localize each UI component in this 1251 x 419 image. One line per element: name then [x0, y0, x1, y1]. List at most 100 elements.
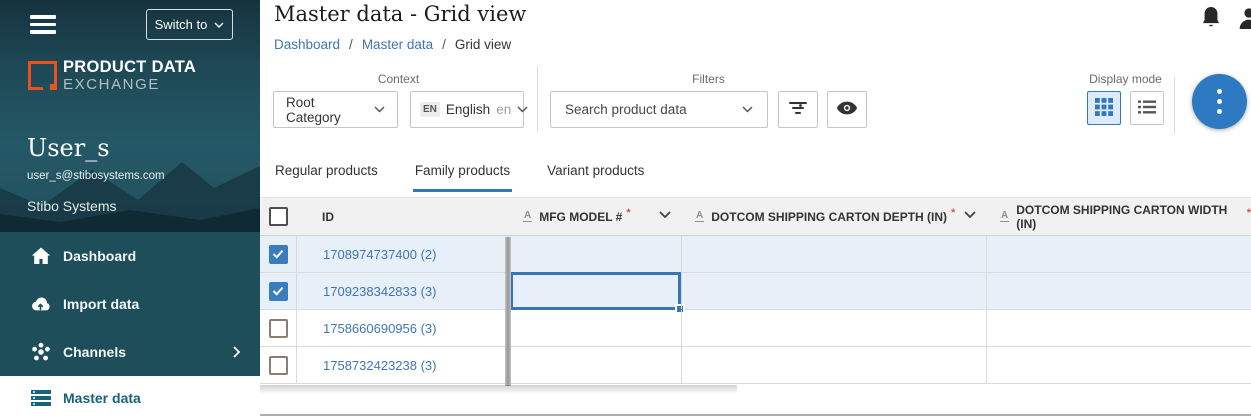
- context-language-dropdown[interactable]: EN English en: [410, 91, 524, 128]
- text-attribute-icon: A: [1000, 211, 1009, 222]
- grid-cell[interactable]: [681, 310, 986, 346]
- logo-line2: EXCHANGE: [63, 76, 160, 93]
- bell-icon: [1200, 18, 1222, 33]
- sidebar-item-label: Import data: [63, 296, 139, 312]
- toolbar-divider: [537, 66, 538, 132]
- breadcrumb-separator: /: [349, 37, 353, 52]
- select-all-checkbox[interactable]: [269, 207, 288, 226]
- breadcrumb-dashboard[interactable]: Dashboard: [274, 37, 340, 52]
- column-header-carton-depth[interactable]: A DOTCOM SHIPPING CARTON DEPTH (IN) *: [681, 198, 986, 235]
- context-category-value: Root Category: [286, 95, 368, 125]
- home-icon: [30, 246, 51, 267]
- app-window: Switch to PRODUCT DATA EXCHANGE User_s u…: [0, 0, 1251, 419]
- grid-cell[interactable]: [681, 347, 986, 383]
- main-content: Master data - Grid view Dashboard / Mast…: [260, 0, 1251, 419]
- switch-to-label: Switch to: [155, 17, 208, 32]
- sidebar-item-channels[interactable]: Channels: [0, 328, 260, 376]
- text-attribute-icon: A: [523, 211, 532, 222]
- channels-icon: [30, 342, 51, 363]
- switch-to-button[interactable]: Switch to: [146, 9, 233, 40]
- grid-cell[interactable]: [681, 273, 986, 309]
- grid-cell[interactable]: [986, 273, 1251, 309]
- notifications-button[interactable]: [1200, 6, 1222, 33]
- display-mode-list-button[interactable]: [1130, 91, 1164, 125]
- required-asterisk: *: [1247, 207, 1251, 219]
- grid-cell[interactable]: [986, 310, 1251, 346]
- filters-group-label: Filters: [550, 72, 867, 86]
- horizontal-scrollbar[interactable]: [260, 414, 1251, 417]
- display-mode-group-label: Display mode: [1087, 72, 1164, 86]
- tab-variant-products[interactable]: Variant products: [545, 152, 646, 192]
- row-id-link[interactable]: 1758732423238 (3): [323, 358, 437, 373]
- logo-dot-icon: [50, 84, 56, 90]
- cell-selection-outline: [510, 272, 681, 310]
- select-all-cell: [260, 198, 296, 235]
- table-header-row: ID A MFG MODEL # * A DOTCOM SHIPPING CAR…: [260, 197, 1251, 236]
- list-icon: [30, 387, 51, 408]
- sidebar-item-import-data[interactable]: Import data: [0, 280, 260, 328]
- breadcrumb-separator: /: [442, 37, 446, 52]
- tab-family-products[interactable]: Family products: [413, 152, 512, 192]
- table-row: 1708974737400 (2): [260, 236, 1251, 273]
- user-account-button[interactable]: [1238, 7, 1251, 32]
- chevron-down-icon: [517, 106, 528, 113]
- frozen-column-scrollbar[interactable]: [505, 237, 511, 386]
- grid-cell[interactable]: [681, 236, 986, 272]
- breadcrumb-current: Grid view: [455, 37, 511, 52]
- sidebar-item-label: Dashboard: [63, 248, 136, 264]
- sidebar: Switch to PRODUCT DATA EXCHANGE User_s u…: [0, 0, 260, 419]
- row-checkbox-checked[interactable]: [269, 282, 288, 301]
- row-checkbox[interactable]: [269, 319, 288, 338]
- sidebar-nav: Dashboard Import data Channels: [0, 232, 260, 419]
- text-attribute-icon: A: [695, 211, 704, 222]
- column-header-id[interactable]: ID: [296, 198, 505, 235]
- preview-button[interactable]: [827, 91, 867, 128]
- table-row: 1758660690956 (3): [260, 310, 1251, 347]
- menu-hamburger-icon[interactable]: [30, 15, 56, 34]
- product-tabs: Regular products Family products Variant…: [273, 152, 646, 192]
- column-menu-chevron-icon[interactable]: [964, 211, 976, 218]
- logo-line1: PRODUCT DATA: [63, 58, 196, 77]
- grid-cell[interactable]: [511, 347, 681, 383]
- filter-button[interactable]: [778, 91, 818, 128]
- product-grid-table: ID A MFG MODEL # * A DOTCOM SHIPPING CAR…: [260, 197, 1251, 384]
- grid-cell[interactable]: [986, 347, 1251, 383]
- eye-icon: [836, 101, 858, 118]
- search-dropdown-value: Search product data: [565, 102, 687, 117]
- search-product-data-dropdown[interactable]: Search product data: [550, 91, 768, 128]
- table-row: 1709238342833 (3): [260, 273, 1251, 310]
- chevron-down-icon: [374, 106, 385, 113]
- more-actions-fab[interactable]: [1192, 74, 1247, 129]
- grid-cell-selected[interactable]: [511, 273, 681, 309]
- chevron-down-icon: [214, 22, 224, 28]
- grid-cell[interactable]: [986, 236, 1251, 272]
- column-menu-chevron-icon[interactable]: [659, 211, 671, 218]
- column-header-mfg-model[interactable]: A MFG MODEL # *: [511, 198, 681, 235]
- display-mode-grid-button[interactable]: [1087, 91, 1121, 125]
- chevron-down-icon: [742, 106, 753, 113]
- row-id-link[interactable]: 1758660690956 (3): [323, 321, 437, 336]
- user-name: User_s: [27, 134, 110, 162]
- required-asterisk: *: [951, 207, 955, 219]
- sidebar-item-master-data[interactable]: Master data: [0, 376, 260, 419]
- table-row: 1758732423238 (3): [260, 347, 1251, 384]
- row-id-link[interactable]: 1709238342833 (3): [323, 284, 437, 299]
- language-badge: EN: [420, 102, 440, 117]
- row-checkbox[interactable]: [269, 356, 288, 375]
- chevron-right-icon: [233, 346, 240, 358]
- grid-cell[interactable]: [511, 310, 681, 346]
- breadcrumb: Dashboard / Master data / Grid view: [274, 37, 511, 52]
- row-id-link[interactable]: 1708974737400 (2): [323, 247, 437, 262]
- column-header-carton-width[interactable]: A DOTCOM SHIPPING CARTON WIDTH (IN) *: [986, 198, 1251, 235]
- grid-cell[interactable]: [511, 236, 681, 272]
- person-icon: [1238, 17, 1251, 32]
- user-organization: Stibo Systems: [27, 198, 116, 214]
- row-checkbox-checked[interactable]: [269, 245, 288, 264]
- breadcrumb-master-data[interactable]: Master data: [362, 37, 433, 52]
- context-category-dropdown[interactable]: Root Category: [273, 91, 398, 128]
- sidebar-item-dashboard[interactable]: Dashboard: [0, 232, 260, 280]
- toolbar-divider: [1174, 77, 1175, 134]
- tab-regular-products[interactable]: Regular products: [273, 152, 380, 192]
- kebab-menu-icon: [1217, 89, 1222, 94]
- required-asterisk: *: [626, 207, 630, 219]
